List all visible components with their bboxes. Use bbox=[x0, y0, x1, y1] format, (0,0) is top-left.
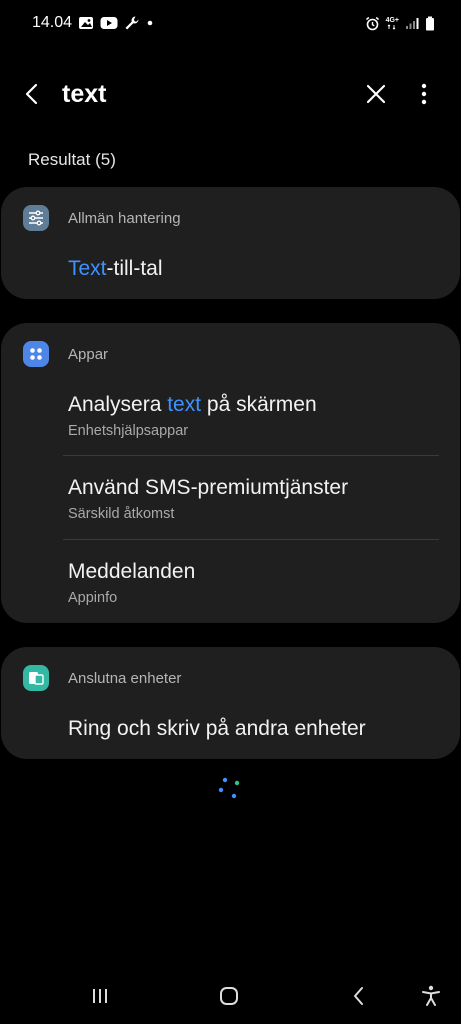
result-item-call-text-other-devices[interactable]: Ring och skriv på andra enheter bbox=[1, 709, 460, 755]
group-label: Allmän hantering bbox=[68, 210, 181, 227]
group-header: Anslutna enheter bbox=[1, 647, 460, 709]
match-highlight: Text bbox=[68, 257, 107, 280]
result-subtitle: Appinfo bbox=[68, 590, 118, 606]
status-left: 14.04 bbox=[32, 14, 154, 32]
result-item-sms-premium[interactable]: Använd SMS-premiumtjänster Särskild åtko… bbox=[1, 456, 460, 538]
apps-grid-icon bbox=[23, 341, 49, 367]
close-icon bbox=[366, 84, 386, 104]
result-group-apps: Appar Analysera text på skärmen Enhetshj… bbox=[1, 323, 460, 623]
nav-back-icon bbox=[354, 987, 363, 1005]
status-time: 14.04 bbox=[32, 14, 73, 31]
gallery-icon bbox=[78, 16, 94, 30]
result-item-analyze-text[interactable]: Analysera text på skärmen Enhetshjälpsap… bbox=[1, 385, 460, 455]
accessibility-button[interactable] bbox=[416, 982, 446, 1010]
signal-icon bbox=[405, 16, 419, 30]
result-title: Text-till-tal bbox=[68, 257, 163, 280]
result-title: Meddelanden bbox=[68, 560, 196, 583]
home-icon bbox=[220, 987, 238, 1005]
result-group-general-management: Allmän hantering Text-till-tal bbox=[1, 187, 460, 299]
group-label: Appar bbox=[68, 346, 109, 363]
more-vert-icon bbox=[421, 83, 427, 105]
clear-search-button[interactable] bbox=[362, 80, 390, 108]
result-title: Analysera text på skärmen bbox=[68, 393, 317, 416]
result-item-messages[interactable]: Meddelanden Appinfo bbox=[1, 540, 460, 622]
navigation-bar bbox=[0, 966, 461, 1024]
result-subtitle: Särskild åtkomst bbox=[68, 506, 175, 522]
status-right: 4G+ bbox=[365, 16, 435, 31]
result-item-text-to-speech[interactable]: Text-till-tal bbox=[1, 249, 460, 295]
alarm-icon bbox=[365, 16, 380, 31]
connected-devices-icon bbox=[23, 665, 49, 691]
status-bar: 14.04 4G+ bbox=[0, 0, 461, 46]
result-title: Ring och skriv på andra enheter bbox=[68, 717, 366, 740]
back-arrow-icon bbox=[25, 83, 38, 105]
recents-icon bbox=[93, 989, 107, 1003]
group-label: Anslutna enheter bbox=[68, 670, 182, 687]
more-options-button[interactable] bbox=[412, 80, 436, 108]
result-group-connected-devices: Anslutna enheter Ring och skriv på andra… bbox=[1, 647, 460, 759]
network-label: 4G+ bbox=[385, 16, 399, 24]
nav-back-button[interactable] bbox=[344, 982, 374, 1010]
match-highlight: text bbox=[167, 393, 202, 416]
results-count: Resultat (5) bbox=[28, 150, 116, 169]
accessibility-icon bbox=[422, 985, 440, 1006]
home-button[interactable] bbox=[214, 982, 244, 1010]
youtube-icon bbox=[100, 16, 118, 30]
group-header: Allmän hantering bbox=[1, 187, 460, 249]
wrench-icon bbox=[124, 15, 140, 31]
recents-button[interactable] bbox=[85, 982, 115, 1010]
battery-icon bbox=[425, 16, 435, 31]
back-button[interactable] bbox=[18, 80, 46, 108]
sliders-icon bbox=[23, 205, 49, 231]
network-type: 4G+ bbox=[386, 17, 399, 30]
dot-icon bbox=[146, 19, 154, 27]
search-header bbox=[0, 62, 461, 126]
search-input[interactable] bbox=[62, 76, 342, 112]
group-header: Appar bbox=[1, 323, 460, 385]
result-title: Använd SMS-premiumtjänster bbox=[68, 476, 349, 499]
result-subtitle: Enhetshjälpsappar bbox=[68, 423, 189, 439]
loading-spinner-icon bbox=[215, 774, 245, 804]
